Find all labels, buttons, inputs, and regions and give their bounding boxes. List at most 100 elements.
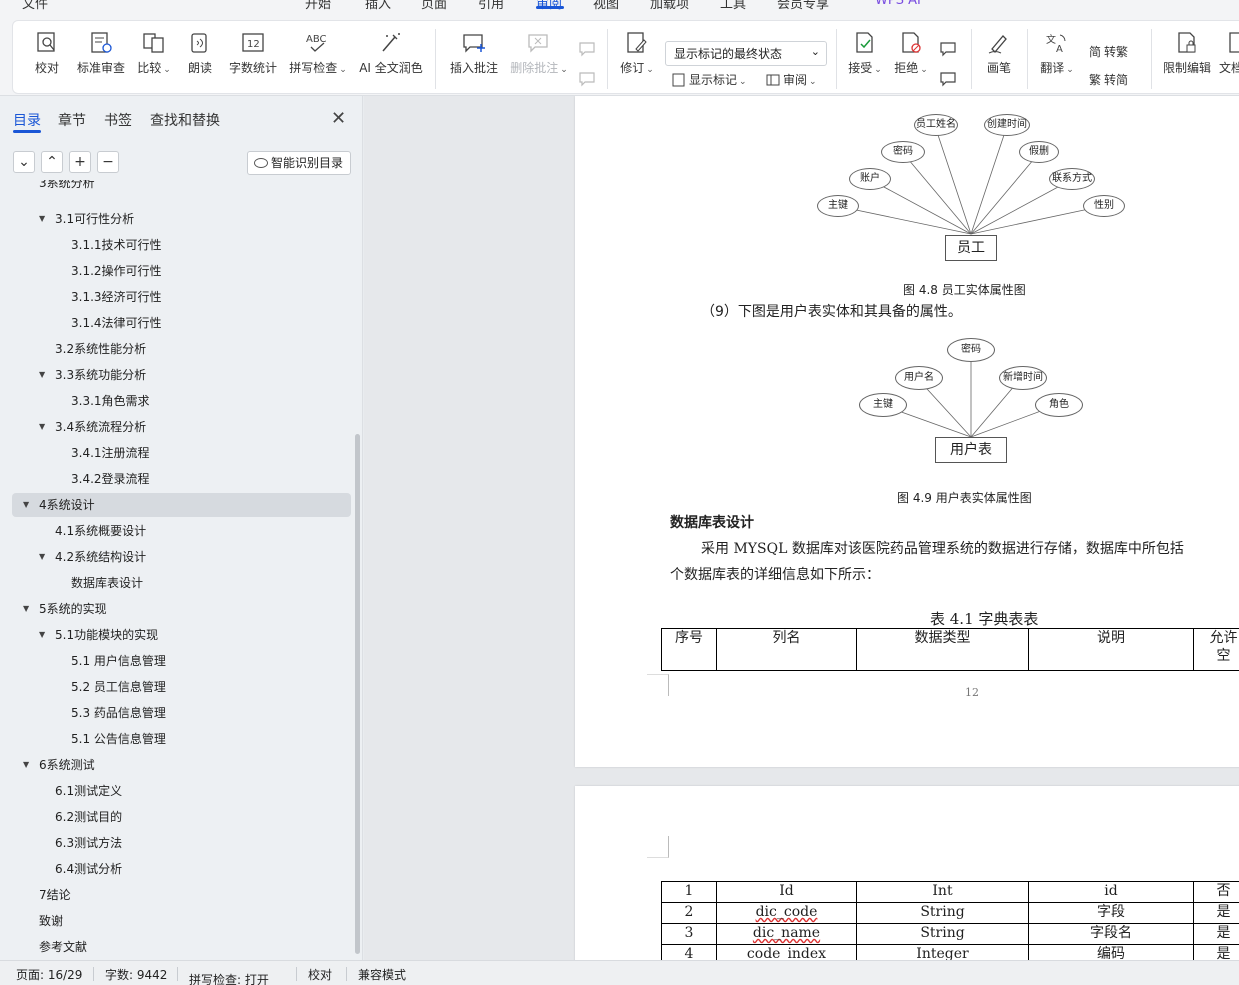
expand-triangle-icon[interactable]: ▼ [23,495,29,515]
ai-polish-button[interactable]: AI 全文润色 [357,21,425,95]
toc-item-label: 6.3测试方法 [55,836,123,850]
tab-references[interactable]: 引用 [478,0,504,10]
entity-user-table: 用户表 [935,437,1007,463]
restrict-edit-button[interactable]: 限制编辑 [1161,21,1213,95]
review-pane-button[interactable]: 审阅 ⌄ [765,71,817,88]
toc-item[interactable]: 3.1.4法律可行性 [71,313,162,333]
toc-item[interactable]: ▼3系统分析 [39,180,95,192]
attr-created-time: 创建时间 [984,114,1030,136]
add-heading-button[interactable]: + [69,151,91,173]
expand-triangle-icon[interactable]: ▼ [39,209,45,229]
toc-item[interactable]: 5.3 药品信息管理 [71,703,166,723]
to-simplified-button[interactable]: 繁转简 [1089,71,1128,88]
tab-member[interactable]: 会员专享 [777,0,829,10]
toc-item[interactable]: 6.3测试方法 [55,833,122,853]
toc-item[interactable]: 3.4.2登录流程 [71,469,150,489]
tab-find-replace[interactable]: 查找和替换 [150,110,220,130]
toc-item[interactable]: 3.2系统性能分析 [55,339,146,359]
next-change-icon[interactable] [939,71,959,87]
attr-employee-name: 员工姓名 [914,114,958,136]
toc-item[interactable]: 参考文献 [39,937,87,957]
toc-item[interactable]: ▼ 3.4系统流程分析 [39,417,146,437]
toc-item-label: 3.1.2操作可行性 [71,264,162,278]
toc-item[interactable]: ▼ 4.2系统结构设计 [39,547,146,567]
prev-comment-icon[interactable] [578,41,598,57]
translate-button[interactable]: 文A 翻译 ⌄ [1037,21,1077,95]
toc-item[interactable]: 4.1系统概要设计 [55,521,146,541]
remove-heading-button[interactable]: − [97,151,119,173]
toc-item[interactable]: 6.4测试分析 [55,859,122,879]
expand-triangle-icon[interactable]: ▼ [39,625,45,645]
toc-item[interactable]: 数据库表设计 [71,573,143,593]
read-aloud-button[interactable]: 朗读 [183,21,217,95]
pen-button[interactable]: 画笔 [981,21,1017,95]
toc-item[interactable]: 5.2 员工信息管理 [71,677,166,697]
markup-display-select[interactable]: 显示标记的最终状态 ⌄ [665,41,827,66]
reject-icon [902,32,921,53]
collapse-all-button[interactable]: ⌄ [13,151,35,173]
show-markup-icon [672,73,685,87]
toc-item[interactable]: 7结论 [39,885,71,905]
expand-triangle-icon[interactable]: ▼ [23,599,29,619]
standard-review-button[interactable]: 标准审查 [73,21,129,95]
accept-button[interactable]: 接受 ⌄ [845,21,885,95]
document-protect-button[interactable]: 文档 [1219,21,1239,95]
table-cell: 4 [661,944,717,960]
page-indicator[interactable]: 页面: 16/29 [16,966,82,983]
tab-insert[interactable]: 插入 [365,0,391,10]
tab-view[interactable]: 视图 [593,0,619,10]
toc-item[interactable]: ▼ 6系统测试 [23,755,95,775]
tab-chapters[interactable]: 章节 [58,110,86,130]
show-markup-button[interactable]: 显示标记 ⌄ [671,71,747,88]
toc-item[interactable]: 3.3.1角色需求 [71,391,150,411]
toc-item[interactable]: 3.4.1注册流程 [71,443,150,463]
menu-bar: 文件 开始 插入 页面 引用 审阅 视图 加载项 工具 会员专享 WPS AI [0,0,1239,10]
tab-bookmarks[interactable]: 书签 [104,110,132,130]
wps-ai-button[interactable]: WPS AI [875,0,921,8]
expand-triangle-icon[interactable]: ▼ [39,417,45,437]
expand-triangle-icon[interactable]: ▼ [23,755,29,775]
tab-home[interactable]: 开始 [305,0,331,10]
toc-scrollbar[interactable] [355,434,360,954]
word-count-button[interactable]: 12 字数统计 [227,21,279,95]
tab-page[interactable]: 页面 [421,0,447,10]
reject-button[interactable]: 拒绝 ⌄ [891,21,931,95]
toc-item[interactable]: 3.1.2操作可行性 [71,261,162,281]
tab-toc[interactable]: 目录 [13,110,41,130]
table-cell: 字段名 [1028,923,1194,945]
toc-item[interactable]: ▼ 5.1功能模块的实现 [39,625,158,645]
proofread-button[interactable]: 校对 [27,21,67,95]
next-comment-icon[interactable] [578,71,598,87]
toc-item[interactable]: 3.1.3经济可行性 [71,287,162,307]
smart-toc-button[interactable]: 智能识别目录 [247,151,351,175]
delete-comment-button[interactable]: 删除批注 ⌄ [507,21,571,95]
insert-comment-button[interactable]: 插入批注 [447,21,501,95]
header-data-type: 数据类型 [856,628,1029,671]
spell-check-button[interactable]: ABC 拼写检查 ⌄ [287,21,349,95]
move-up-button[interactable]: ⌃ [41,151,63,173]
toc-item[interactable]: ▼ 3.3系统功能分析 [39,365,146,385]
toc-item[interactable]: 5.1 用户信息管理 [71,651,166,671]
expand-triangle-icon[interactable]: ▼ [39,547,45,567]
toc-item[interactable]: 3.1.1技术可行性 [71,235,162,255]
tab-tools[interactable]: 工具 [720,0,746,10]
prev-change-icon[interactable] [939,41,959,57]
revise-button[interactable]: 修订 ⌄ [617,21,657,95]
proofread-status[interactable]: 校对 [308,966,332,983]
expand-triangle-icon[interactable]: ▼ [39,365,45,385]
word-count-indicator[interactable]: 字数: 9442 [105,966,167,983]
toc-item[interactable]: ▼ 5系统的实现 [23,599,107,619]
menu-file[interactable]: 文件 [22,0,48,10]
to-traditional-button[interactable]: 简转繁 [1089,43,1128,60]
toc-item[interactable]: ▼ 4系统设计 [23,495,95,515]
toc-item[interactable]: ▼ 3.1可行性分析 [39,209,134,229]
close-icon[interactable]: ✕ [331,108,346,129]
tab-addins[interactable]: 加载项 [650,0,689,10]
toc-item-label: 3.4.2登录流程 [71,472,150,486]
compare-button[interactable]: 比较 ⌄ [135,21,173,95]
toc-item[interactable]: 致谢 [39,911,63,931]
toc-item[interactable]: 5.1 公告信息管理 [71,729,166,749]
toc-item-label: 6.1测试定义 [55,784,123,798]
toc-item[interactable]: 6.1测试定义 [55,781,122,801]
toc-item[interactable]: 6.2测试目的 [55,807,122,827]
